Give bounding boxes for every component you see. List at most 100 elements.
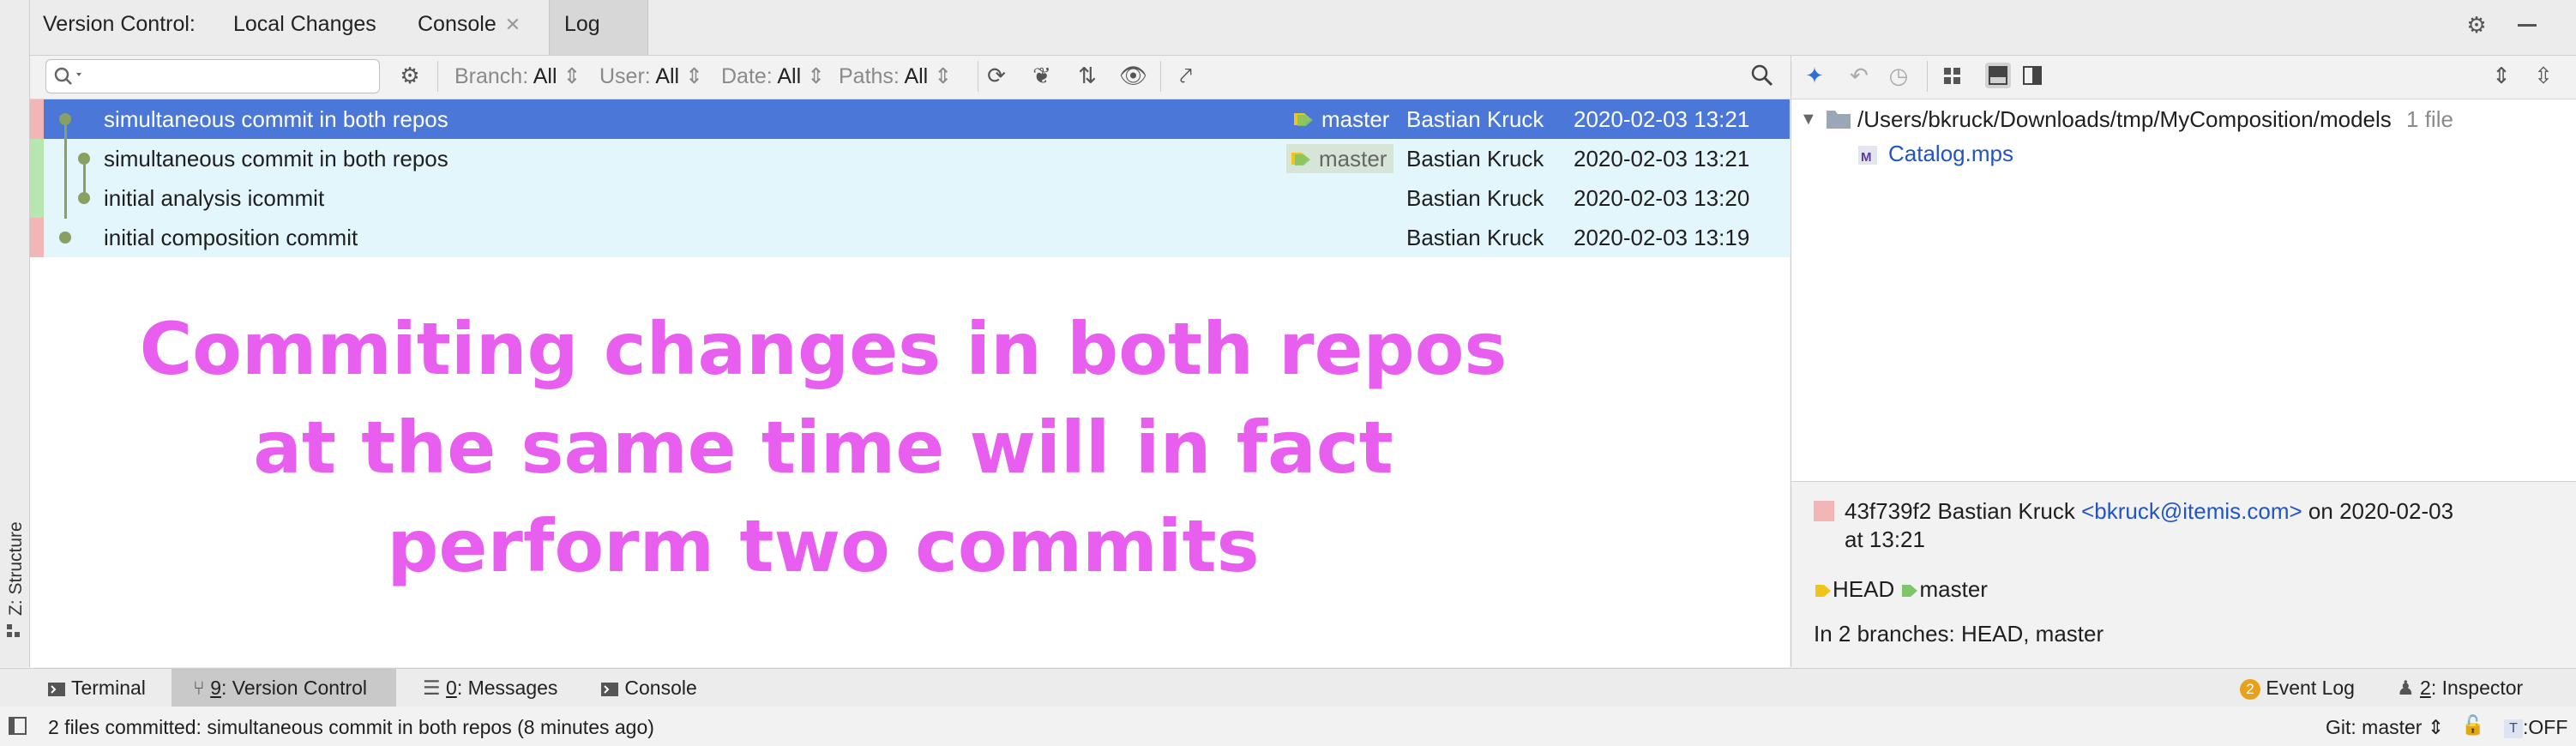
refresh-icon[interactable]: ⟳ <box>984 63 1009 88</box>
commit-row[interactable]: simultaneous commit in both repos master… <box>30 139 1790 178</box>
tool-version-control[interactable]: ⑂ 9: Version Control <box>193 677 367 700</box>
user-filter-label: User: <box>599 64 651 88</box>
mps-file-icon: M <box>1858 144 1882 171</box>
commit-node <box>78 192 90 204</box>
collapse-all-icon[interactable]: ⇳ <box>2531 63 2556 88</box>
messages-icon: ☰ <box>423 677 441 699</box>
branch-filter-label: Branch: <box>454 64 529 88</box>
branch-icon: ⑂ <box>193 677 205 699</box>
commit-node <box>59 113 71 125</box>
tool-window-title: Version Control: <box>43 12 196 36</box>
tool-event-log[interactable]: 2 Event Log <box>2240 677 2355 700</box>
author-email-link[interactable]: <bkruck@itemis.com> <box>2081 498 2302 524</box>
commit-date: 2020-02-03 13:21 <box>1574 106 1750 132</box>
commit-author: Bastian Kruck <box>1406 146 1544 171</box>
history-icon[interactable]: ◷ <box>1886 63 1911 88</box>
tool-window-bar: Terminal ⑂ 9: Version Control ☰ 0: Messa… <box>0 668 2576 707</box>
tab-console[interactable]: Console ✕ <box>418 12 521 37</box>
structure-tool-button[interactable]: Z: Structure <box>2 514 27 617</box>
tag-icon <box>1291 153 1310 166</box>
annotation-line: Commiting changes in both repos <box>139 307 1508 391</box>
changes-tree: ▼ /Users/bkruck/Downloads/tmp/MyComposit… <box>1791 99 2576 528</box>
root-color-swatch <box>1814 501 1834 521</box>
ref-master: master <box>1919 576 1988 602</box>
branch-ref-label: master <box>1319 146 1387 171</box>
commit-subject: simultaneous commit in both repos <box>104 106 448 132</box>
tool-version-control-number: 9 <box>210 677 221 699</box>
git-branch-label: Git: master <box>2326 716 2423 738</box>
branch-filter[interactable]: Branch: All ⇕ <box>454 63 581 89</box>
chevron-down-icon[interactable]: ▼ <box>1800 110 1817 129</box>
toolbar-separator <box>437 61 438 92</box>
branch-filter-value: All <box>533 64 557 88</box>
settings-icon[interactable]: ⚙ <box>397 63 423 88</box>
paths-filter-label: Paths: <box>839 64 900 88</box>
log-search-input[interactable] <box>45 59 380 93</box>
commit-row[interactable]: initial analysis icommit Bastian Kruck 2… <box>30 178 1790 218</box>
git-branch-widget[interactable]: Git: master ⇕ <box>2326 716 2444 739</box>
gear-icon[interactable]: ⚙ <box>2464 12 2489 38</box>
tool-messages[interactable]: ☰ 0: Messages <box>423 677 557 700</box>
folder-path: /Users/bkruck/Downloads/tmp/MyCompositio… <box>1857 106 2392 132</box>
show-diff-icon[interactable]: ✦ <box>1802 63 1827 88</box>
tool-version-control-label: : Version Control <box>221 677 368 699</box>
commit-subject: simultaneous commit in both repos <box>104 146 448 171</box>
tab-local-changes[interactable]: Local Changes <box>233 12 376 37</box>
paths-filter[interactable]: Paths: All ⇕ <box>839 63 952 89</box>
on-label: on <box>2308 498 2333 524</box>
tool-console[interactable]: Console <box>600 677 697 700</box>
search-icon[interactable] <box>1749 63 1775 88</box>
commit-row-selected[interactable]: simultaneous commit in both repos master… <box>30 99 1790 139</box>
expand-all-icon[interactable]: ⇕ <box>2489 63 2514 88</box>
user-filter[interactable]: User: All ⇕ <box>599 63 703 89</box>
date-filter-value: All <box>777 64 802 88</box>
date-filter[interactable]: Date: All ⇕ <box>721 63 825 89</box>
group-by-icon[interactable] <box>1941 63 1966 88</box>
commit-row[interactable]: initial composition commit Bastian Kruck… <box>30 218 1790 257</box>
containing-branches: In 2 branches: HEAD, master <box>1814 621 2104 647</box>
date-filter-label: Date: <box>721 64 773 88</box>
commit-date: 2020-02-03 <box>2339 498 2454 524</box>
eye-icon[interactable]: 👁 <box>1119 63 1147 88</box>
changes-toolbar: ✦ ↶ ◷ ⇕ ⇳ <box>1791 56 2576 99</box>
folder-icon <box>1826 108 1851 135</box>
cherry-pick-icon[interactable]: ❦ <box>1029 63 1055 88</box>
changed-file-item[interactable]: Catalog.mps <box>1888 141 2013 167</box>
commit-author: Bastian Kruck <box>1937 498 2075 524</box>
branch-ref-badge: master <box>1289 105 1396 134</box>
user-filter-value: All <box>655 64 680 88</box>
lock-icon[interactable]: 🔓 <box>2461 714 2484 737</box>
changes-folder-node[interactable]: /Users/bkruck/Downloads/tmp/MyCompositio… <box>1857 106 2453 133</box>
inspector-icon: ♟ <box>2397 677 2415 699</box>
paths-filter-value: All <box>904 64 929 88</box>
event-log-badge: 2 <box>2240 678 2260 700</box>
search-icon <box>54 67 81 85</box>
tab-console-label: Console <box>418 12 497 36</box>
collapse-linear-branches-icon[interactable]: ⇅ <box>1074 63 1100 88</box>
tool-inspector[interactable]: ♟ 2: Inspector <box>2397 677 2523 700</box>
commit-refs: HEAD master <box>1814 576 1988 603</box>
commit-author: Bastian Kruck <box>1406 225 1544 250</box>
root-marker <box>30 99 44 139</box>
tool-messages-number: 0 <box>446 677 457 699</box>
structure-icon <box>7 624 21 638</box>
type-mode-widget[interactable]: T:OFF <box>2504 716 2567 739</box>
commit-hash[interactable]: 43f739f2 <box>1845 498 1931 524</box>
close-icon[interactable]: ✕ <box>505 14 521 35</box>
root-marker <box>30 218 44 257</box>
tag-icon <box>1902 585 1918 598</box>
minimize-icon[interactable] <box>2514 12 2540 38</box>
tool-messages-label: : Messages <box>456 677 558 699</box>
layout-right-icon[interactable] <box>2019 63 2045 88</box>
commit-details-panel: ✦ ↶ ◷ ⇕ ⇳ ▼ /Users/bkruck/Downloads/tmp/… <box>1791 56 2576 668</box>
tool-terminal[interactable]: Terminal <box>47 677 146 700</box>
toggle-tool-windows-icon[interactable] <box>9 717 27 741</box>
annotation-line: at the same time will in fact <box>253 406 1393 490</box>
ref-head: HEAD <box>1833 576 1895 602</box>
open-external-icon[interactable]: ⤤ <box>1173 63 1199 88</box>
revert-icon[interactable]: ↶ <box>1846 63 1872 88</box>
tab-log[interactable]: Log <box>564 12 600 37</box>
layout-bottom-icon[interactable] <box>1985 63 2011 88</box>
commit-node <box>78 153 90 165</box>
commit-time: at 13:21 <box>1845 526 1925 552</box>
